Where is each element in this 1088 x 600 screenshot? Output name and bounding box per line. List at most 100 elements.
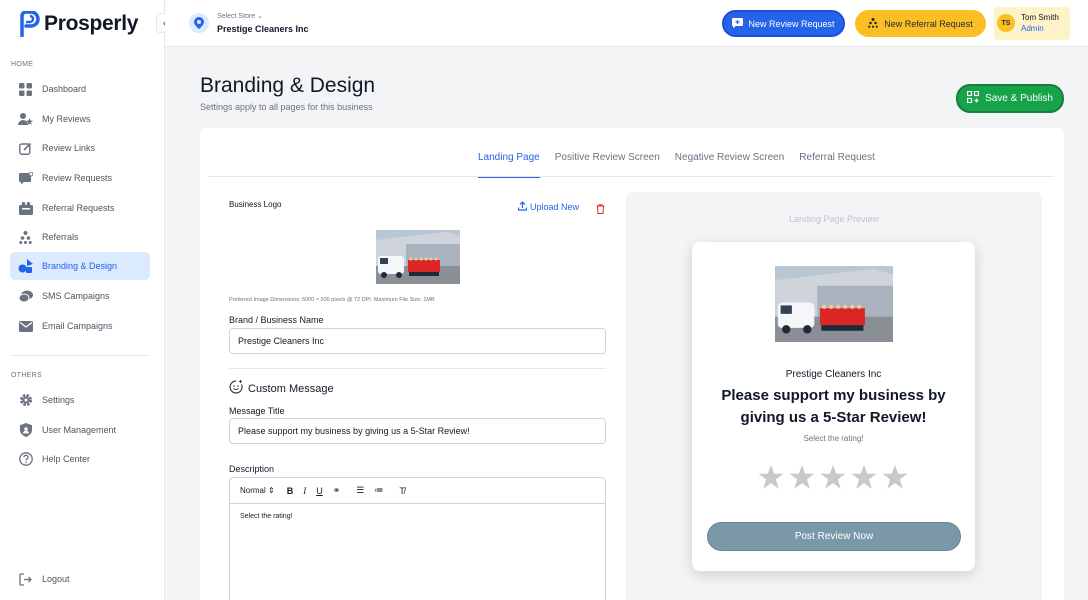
link-button[interactable]: ⚭ [333,485,341,496]
star-icon[interactable] [758,464,784,490]
logout-button[interactable]: Logout [10,565,150,593]
app-logo[interactable]: Prosperly [18,10,138,38]
sms-icon [18,289,33,304]
bullet-list-icon: ≔ [374,485,384,495]
sidebar-divider [10,355,150,356]
bullet-list-button[interactable]: ≔ [374,485,383,496]
mail-icon [18,319,33,334]
app-name: Prosperly [44,12,139,35]
message-title-input[interactable]: Please support my business by giving us … [229,418,606,444]
bold-button[interactable]: B [287,486,294,496]
sidebar-item-label: Email Campaigns [42,321,113,331]
sidebar: Prosperly HOME Dashboard My Reviews Revi… [0,0,165,600]
editor-toolbar: Normal ⇕ B I U ⚭ ☰ ≔ T̸ [230,478,605,504]
upload-new-button[interactable]: Upload New [517,201,580,213]
star-rating [758,464,908,490]
preview-card: Prestige Cleaners Inc Please support my … [692,242,975,571]
sidebar-item-my-reviews[interactable]: My Reviews [10,105,150,133]
section-label-home: HOME [11,61,34,68]
brand-name-label: Brand / Business Name [229,315,324,325]
sidebar-item-dashboard[interactable]: Dashboard [10,75,150,103]
user-name: Tom Smith [1021,13,1059,22]
sidebar-item-label: SMS Campaigns [42,291,110,301]
avatar: TS [997,14,1015,32]
clear-format-icon: T̸ [399,485,405,496]
edit-icon [18,141,33,156]
sidebar-item-referrals[interactable]: Referrals [10,223,150,251]
star-icon[interactable] [789,464,815,490]
ordered-list-button[interactable]: ☰ [356,485,364,496]
business-logo-label: Business Logo [229,200,282,209]
sidebar-item-branding-design[interactable]: Branding & Design [10,252,150,280]
tabs-divider [209,176,1054,177]
logout-label: Logout [42,574,70,584]
preview-business-name: Prestige Cleaners Inc [785,369,882,380]
gear-icon [18,393,33,408]
palette-icon [18,259,33,274]
sidebar-item-label: Branding & Design [42,261,118,271]
store-selector-label: Select Store [217,13,256,20]
sidebar-item-review-requests[interactable]: Review Requests [10,164,150,192]
tab-negative-review-screen[interactable]: Negative Review Screen [675,152,785,178]
link-icon: ⚭ [332,485,341,495]
help-icon [18,452,33,467]
save-publish-button[interactable]: Save & Publish [956,84,1064,113]
sidebar-item-review-links[interactable]: Review Links [10,134,150,162]
sidebar-item-label: Review Links [42,143,96,153]
publish-icon [966,90,980,106]
message-title-label: Message Title [229,406,285,416]
sidebar-item-email-campaigns[interactable]: Email Campaigns [10,312,150,340]
sidebar-item-sms-campaigns[interactable]: SMS Campaigns [10,282,150,310]
hierarchy-icon [18,230,33,245]
new-review-request-label: New Review Request [748,18,835,29]
tab-referral-request[interactable]: Referral Request [799,152,875,178]
preview-subtitle: Select the rating! [803,434,864,443]
upload-new-label: Upload New [530,202,580,212]
delete-logo-button[interactable] [596,201,605,219]
sidebar-item-settings[interactable]: Settings [10,386,150,414]
branding-card: Landing Page Positive Review Screen Nega… [200,128,1064,600]
new-review-request-button[interactable]: New Review Request [722,10,845,37]
sidebar-item-label: My Reviews [42,114,91,124]
underline-button[interactable]: U [316,486,323,496]
form-divider [229,368,606,369]
new-referral-request-button[interactable]: New Referral Request [855,10,986,37]
description-editor-content[interactable]: Select the rating! [230,504,605,529]
star-icon[interactable] [851,464,877,490]
star-icon[interactable] [882,464,908,490]
brand-name-input[interactable]: Prestige Cleaners Inc [229,328,606,354]
sidebar-item-referral-requests[interactable]: Referral Requests [10,194,150,222]
prosperly-logo-icon [20,11,40,37]
sidebar-item-label: Settings [42,395,75,405]
italic-button[interactable]: I [303,486,306,496]
custom-message-heading-label: Custom Message [248,382,334,395]
post-review-button[interactable]: Post Review Now [707,522,961,551]
location-pin-icon [189,13,209,33]
new-referral-request-label: New Referral Request [884,18,973,29]
description-label: Description [229,464,275,474]
sidebar-item-label: Review Requests [42,173,113,183]
sidebar-item-user-management[interactable]: User Management [10,416,150,444]
preview-logo-image [775,266,893,342]
section-label-others: OTHERS [11,372,42,379]
logout-icon [18,572,33,587]
shield-icon [18,423,33,438]
chevron-down-icon: ⌄ [257,13,263,20]
sidebar-item-label: Dashboard [42,84,87,94]
description-editor: Normal ⇕ B I U ⚭ ☰ ≔ T̸ Select the ratin… [229,477,606,600]
trash-icon [596,201,605,218]
hierarchy-icon [868,17,879,30]
dashboard-icon [18,82,33,97]
chat-icon [18,171,33,186]
message-sparkle-icon [229,380,243,397]
page-subtitle: Settings apply to all pages for this bus… [200,102,373,112]
sidebar-item-label: Referral Requests [42,203,115,213]
updown-icon: ⇕ [268,486,275,495]
tab-landing-page[interactable]: Landing Page [478,152,540,178]
sidebar-item-help-center[interactable]: Help Center [10,445,150,473]
star-icon[interactable] [820,464,846,490]
tab-positive-review-screen[interactable]: Positive Review Screen [555,152,660,178]
format-select[interactable]: Normal ⇕ [240,486,275,495]
user-menu[interactable]: TS Tom Smith Admin [994,7,1070,40]
clear-format-button[interactable]: T̸ [399,486,405,496]
